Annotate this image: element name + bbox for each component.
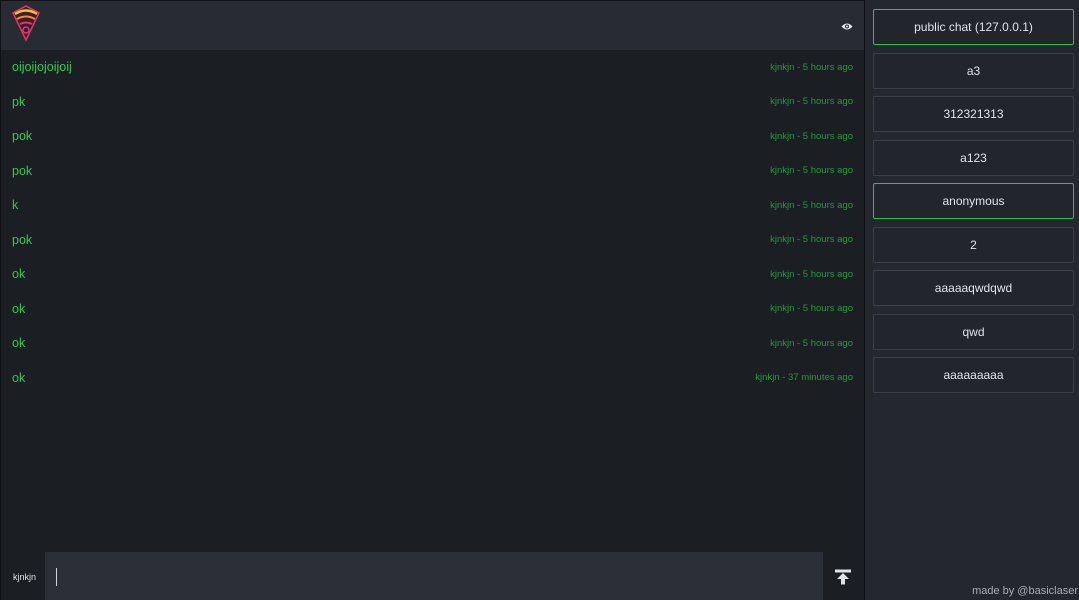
message-row: ok kjnkjn - 5 hours ago xyxy=(1,326,864,361)
logo-icon xyxy=(12,5,40,42)
room-button[interactable]: 312321313 xyxy=(873,96,1074,132)
eye-icon xyxy=(841,23,853,29)
message-row: pok kjnkjn - 5 hours ago xyxy=(1,119,864,154)
message-text: ok xyxy=(12,336,26,351)
room-button[interactable]: 2 xyxy=(873,226,1074,263)
message-meta: kjnkjn - 5 hours ago xyxy=(770,337,853,349)
message-text: pk xyxy=(12,94,26,109)
message-text: pok xyxy=(12,163,33,178)
message-input[interactable] xyxy=(45,552,823,600)
room-sidebar: made by @basiclaser public chat (127.0.0… xyxy=(865,0,1079,600)
message-row: pok kjnkjn - 5 hours ago xyxy=(1,154,864,189)
message-row: k kjnkjn - 5 hours ago xyxy=(1,188,864,223)
message-meta: kjnkjn - 5 hours ago xyxy=(770,61,853,73)
visibility-toggle-button[interactable] xyxy=(838,17,856,35)
message-row: ok kjnkjn - 5 hours ago xyxy=(1,257,864,292)
text-caret xyxy=(56,568,57,586)
message-list: oijoijojoijoij kjnkjn - 5 hours ago pk kjnk… xyxy=(1,50,864,395)
message-text: k xyxy=(12,198,19,213)
send-icon[interactable] xyxy=(834,569,852,585)
message-row: ok kjnkjn - 37 minutes ago xyxy=(1,361,864,396)
chat-pane: oijoijojoijoij kjnkjn - 5 hours ago pk kjnk… xyxy=(0,0,865,600)
message-meta: kjnkjn - 5 hours ago xyxy=(770,130,853,142)
message-row: pk kjnkjn - 5 hours ago xyxy=(1,85,864,120)
room-button[interactable]: aaaaaqwdqwd xyxy=(873,270,1074,306)
room-button[interactable]: anonymous xyxy=(873,183,1074,219)
message-text: ok xyxy=(12,267,26,282)
message-text: ok xyxy=(12,370,26,385)
message-meta: kjnkjn - 5 hours ago xyxy=(770,165,853,177)
room-button[interactable]: qwd xyxy=(873,313,1074,350)
message-row: ok kjnkjn - 5 hours ago xyxy=(1,292,864,327)
message-text: ok xyxy=(12,301,26,316)
message-text: pok xyxy=(12,232,33,247)
room-button[interactable]: a123 xyxy=(873,139,1074,176)
app: oijoijojoijoij kjnkjn - 5 hours ago pk kjnk… xyxy=(0,0,1079,600)
message-meta: kjnkjn - 5 hours ago xyxy=(770,199,853,211)
message-row: oijoijojoijoij kjnkjn - 5 hours ago xyxy=(1,50,864,85)
message-text: pok xyxy=(12,129,33,144)
room-button[interactable]: public chat (127.0.0.1) xyxy=(873,9,1074,45)
room-button[interactable]: a3 xyxy=(873,52,1074,89)
credit-text: made by @basiclaser xyxy=(972,585,1078,597)
current-username: kjnkjn xyxy=(13,572,37,582)
message-text: oijoijojoijoij xyxy=(12,60,72,75)
message-row: pok kjnkjn - 5 hours ago xyxy=(1,223,864,258)
chat-header xyxy=(1,1,864,50)
message-meta: kjnkjn - 5 hours ago xyxy=(770,234,853,246)
message-meta: kjnkjn - 37 minutes ago xyxy=(755,372,853,384)
message-meta: kjnkjn - 5 hours ago xyxy=(770,96,853,108)
message-meta: kjnkjn - 5 hours ago xyxy=(770,268,853,280)
room-button[interactable]: aaaaaaaaa xyxy=(873,357,1074,393)
message-meta: kjnkjn - 5 hours ago xyxy=(770,303,853,315)
composer: kjnkjn xyxy=(1,552,864,600)
